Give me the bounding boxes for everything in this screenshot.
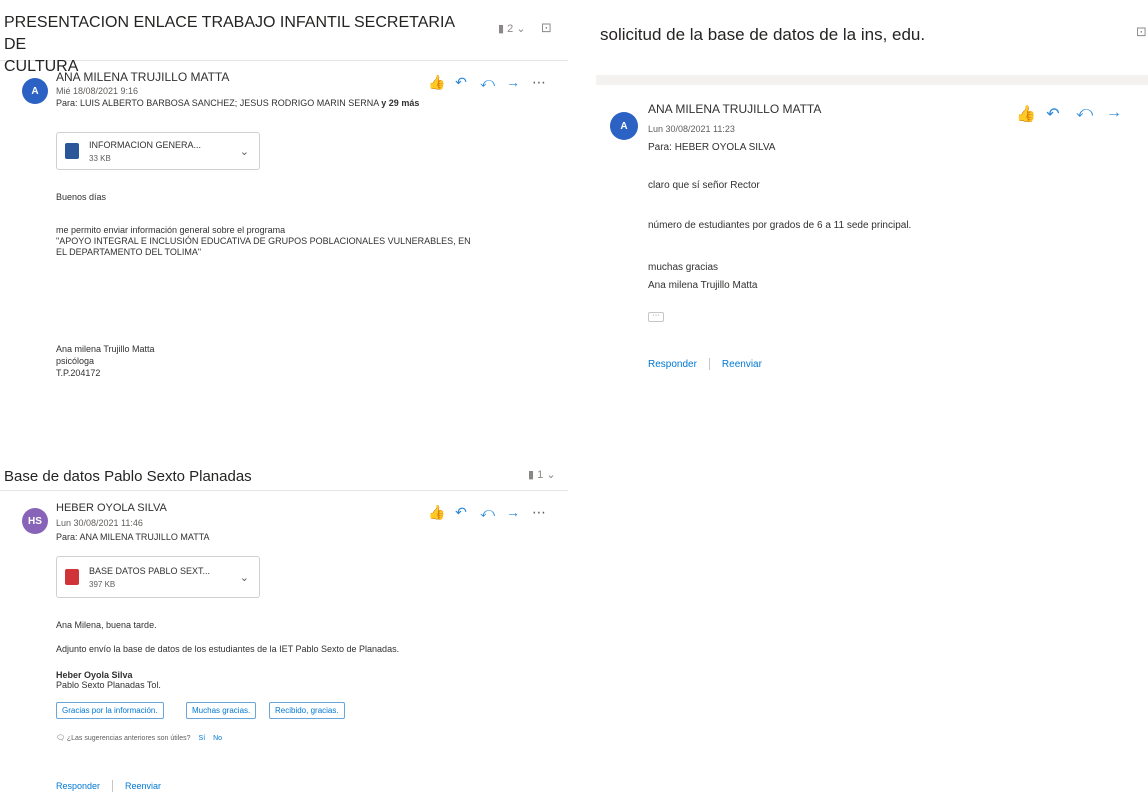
- reply-forward-links: Responder Reenviar: [648, 358, 762, 370]
- signature-org: Pablo Sexto Planadas Tol.: [56, 680, 161, 690]
- attachment-name: INFORMACION GENERA...: [89, 140, 202, 150]
- sender-name[interactable]: ANA MILENA TRUJILLO MATTA: [648, 102, 821, 116]
- chevron-down-icon[interactable]: ⌄: [240, 145, 249, 158]
- signature-name: Ana milena Trujillo Matta: [56, 344, 155, 354]
- body-line: Ana Milena, buena tarde.: [56, 620, 157, 630]
- forward-link[interactable]: Reenviar: [125, 781, 161, 791]
- sender-name[interactable]: HEBER OYOLA SILVA: [56, 502, 167, 514]
- forward-icon[interactable]: →: [506, 74, 520, 91]
- avatar[interactable]: A: [610, 112, 638, 140]
- signature-license: T.P.204172: [56, 368, 101, 378]
- body-line: EL DEPARTAMENTO DEL TOLIMA": [56, 247, 202, 257]
- email-subject: solicitud de la base de datos de la ins,…: [600, 25, 926, 44]
- reply-link[interactable]: Responder: [648, 359, 697, 370]
- email-panel-2: solicitud de la base de datos de la ins,…: [596, 0, 1148, 388]
- message-actions: 👍 ↶ ⤺ → ⋯: [428, 74, 546, 91]
- recipients: Para: LUIS ALBERTO BARBOSA SANCHEZ; JESU…: [56, 98, 420, 108]
- email-subject: Base de datos Pablo Sexto Planadas: [4, 468, 252, 485]
- body-line: muchas gracias: [648, 262, 719, 273]
- suggested-reply-chip[interactable]: Recibido, gracias.: [269, 702, 345, 719]
- avatar[interactable]: HS: [22, 508, 48, 534]
- signature-name: Heber Oyola Silva: [56, 670, 133, 680]
- recipients: Para: ANA MILENA TRUJILLO MATTA: [56, 532, 210, 542]
- body-line: claro que sí señor Rector: [648, 180, 760, 191]
- more-recipients-link[interactable]: y 29 más: [381, 98, 419, 108]
- recipients: Para: HEBER OYOLA SILVA: [648, 142, 776, 153]
- chevron-down-icon: ⌄: [516, 23, 526, 35]
- like-icon[interactable]: 👍: [428, 504, 445, 521]
- suggestions-feedback: 🗨 ¿Las sugerencias anteriores son útiles…: [56, 735, 223, 742]
- forward-link[interactable]: Reenviar: [722, 359, 762, 370]
- attachment-name: BASE DATOS PABLO SEXT...: [89, 566, 211, 576]
- body-line: "APOYO INTEGRAL E INCLUSIÓN EDUCATIVA DE…: [56, 236, 471, 246]
- forward-icon[interactable]: →: [1106, 104, 1122, 124]
- email-date: Lun 30/08/2021 11:46: [56, 518, 143, 528]
- thread-count[interactable]: ▮ 2 ⌄: [498, 22, 526, 35]
- attachment-size: 33 KB: [89, 154, 111, 163]
- more-icon[interactable]: ⋯: [532, 74, 546, 91]
- feedback-no-link[interactable]: No: [213, 735, 222, 742]
- suggested-reply-chip[interactable]: Gracias por la información.: [56, 702, 164, 719]
- reply-all-icon[interactable]: ⤺: [480, 504, 495, 521]
- attachment-size: 397 KB: [89, 580, 116, 589]
- chat-icon: ▮: [498, 23, 505, 35]
- forward-icon[interactable]: →: [506, 504, 520, 521]
- email-panel-3: Base de datos Pablo Sexto Planadas ▮ 1 ⌄…: [0, 458, 568, 803]
- suggested-reply-chip[interactable]: Muchas gracias.: [186, 702, 257, 719]
- signature-title: psicóloga: [56, 356, 95, 366]
- word-icon: [65, 143, 79, 159]
- popout-icon[interactable]: ⊡: [1136, 24, 1147, 40]
- feedback-yes-link[interactable]: Sí: [199, 735, 206, 742]
- feedback-icon: 🗨: [56, 735, 65, 742]
- reply-forward-links: Responder Reenviar: [56, 780, 161, 792]
- reply-link[interactable]: Responder: [56, 781, 100, 791]
- email-date: Lun 30/08/2021 11:23: [648, 124, 735, 134]
- body-line: me permito enviar información general so…: [56, 225, 286, 235]
- sender-name[interactable]: ANA MILENA TRUJILLO MATTA: [56, 70, 229, 84]
- show-trimmed-content-button[interactable]: ···: [648, 312, 664, 322]
- chevron-down-icon[interactable]: ⌄: [240, 571, 249, 584]
- attachment-card[interactable]: BASE DATOS PABLO SEXT... 397 KB ⌄: [56, 556, 260, 598]
- separator: [596, 75, 1148, 85]
- signature-name: Ana milena Trujillo Matta: [648, 280, 758, 291]
- divider: [112, 780, 114, 792]
- body-line: Buenos días: [56, 192, 107, 202]
- chevron-down-icon: ⌄: [546, 469, 556, 481]
- body-line: número de estudiantes por grados de 6 a …: [648, 220, 912, 231]
- popout-icon[interactable]: ⊡: [541, 20, 552, 36]
- reply-icon[interactable]: ↶: [454, 74, 468, 91]
- reply-all-icon[interactable]: ⤺: [480, 74, 495, 91]
- email-panel-1: PRESENTACION ENLACE TRABAJO INFANTIL SEC…: [0, 0, 568, 388]
- message-actions: 👍 ↶ ⤺ →: [1016, 104, 1122, 124]
- reply-all-icon[interactable]: ⤺: [1076, 104, 1093, 124]
- chat-icon: ▮: [528, 469, 535, 481]
- email-date: Mié 18/08/2021 9:16: [56, 86, 139, 96]
- reply-icon[interactable]: ↶: [1046, 104, 1060, 124]
- more-icon[interactable]: ⋯: [532, 504, 546, 521]
- body-line: Adjunto envío la base de datos de los es…: [56, 644, 400, 654]
- pdf-icon: [65, 569, 79, 585]
- reply-icon[interactable]: ↶: [454, 504, 468, 521]
- message-actions: 👍 ↶ ⤺ → ⋯: [428, 504, 546, 521]
- like-icon[interactable]: 👍: [1016, 104, 1036, 124]
- email-subject: PRESENTACION ENLACE TRABAJO INFANTIL SEC…: [4, 12, 464, 78]
- thread-count[interactable]: ▮ 1 ⌄: [528, 468, 556, 481]
- attachment-card[interactable]: INFORMACION GENERA... 33 KB ⌄: [56, 132, 260, 170]
- like-icon[interactable]: 👍: [428, 74, 445, 91]
- subject-line-1: PRESENTACION ENLACE TRABAJO INFANTIL SEC…: [4, 14, 455, 53]
- subject-header: PRESENTACION ENLACE TRABAJO INFANTIL SEC…: [0, 0, 568, 75]
- subject-header: Base de datos Pablo Sexto Planadas ▮ 1 ⌄: [0, 458, 568, 491]
- divider: [708, 358, 710, 370]
- avatar[interactable]: A: [22, 78, 48, 104]
